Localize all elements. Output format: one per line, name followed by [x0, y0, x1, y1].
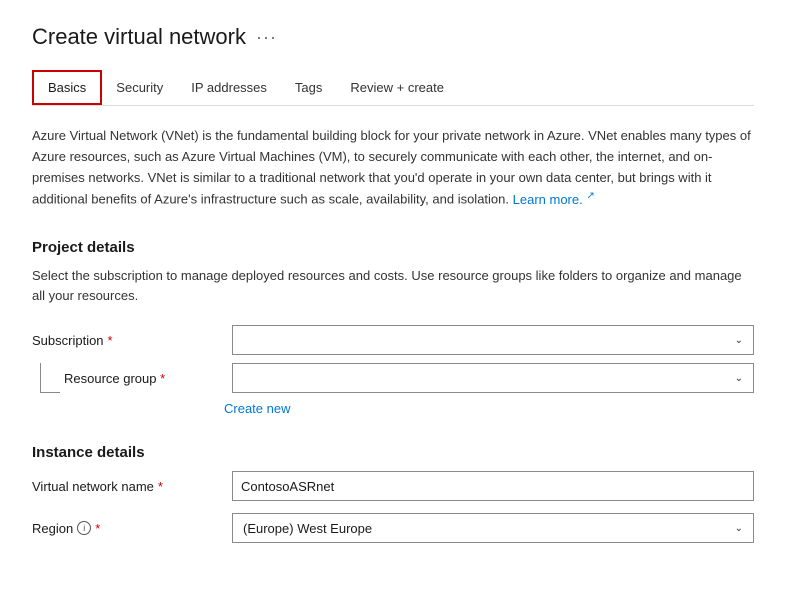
instance-details-title: Instance details: [32, 444, 754, 461]
resource-group-row: Resource group * ⌄: [32, 363, 754, 393]
instance-details-section: Instance details Virtual network name * …: [32, 444, 754, 543]
subscription-required-star: *: [108, 333, 113, 348]
tab-basics[interactable]: Basics: [32, 70, 102, 105]
subscription-row: Subscription * ⌄: [32, 325, 754, 355]
region-control: (Europe) West Europe ⌄: [232, 513, 754, 543]
region-chevron-icon: ⌄: [735, 523, 743, 534]
page-header: Create virtual network ···: [32, 24, 754, 50]
region-info-icon[interactable]: i: [77, 521, 91, 535]
region-value: (Europe) West Europe: [243, 521, 372, 536]
resource-group-dropdown[interactable]: ⌄: [232, 363, 754, 393]
more-options-icon[interactable]: ···: [256, 27, 277, 48]
tab-review-create[interactable]: Review + create: [336, 72, 458, 103]
subscription-label: Subscription *: [32, 333, 232, 348]
project-details-title: Project details: [32, 239, 754, 256]
create-new-row: Create new: [32, 397, 754, 416]
region-row: Region i * (Europe) West Europe ⌄: [32, 513, 754, 543]
resource-group-control: ⌄: [232, 363, 754, 393]
tab-security[interactable]: Security: [102, 72, 177, 103]
project-details-section: Project details Select the subscription …: [32, 239, 754, 417]
rg-connector-lines: [40, 363, 60, 393]
page-title: Create virtual network: [32, 24, 246, 50]
tab-tags[interactable]: Tags: [281, 72, 336, 103]
subscription-chevron-icon: ⌄: [735, 335, 743, 346]
learn-more-link[interactable]: Learn more. ↗: [513, 192, 595, 207]
region-label-area: Region i *: [32, 521, 232, 536]
vnet-name-control: [232, 471, 754, 501]
subscription-control: ⌄: [232, 325, 754, 355]
vnet-name-required-star: *: [158, 479, 163, 494]
resource-group-label-area: Resource group *: [32, 363, 232, 393]
create-new-link[interactable]: Create new: [224, 401, 290, 416]
vnet-description: Azure Virtual Network (VNet) is the fund…: [32, 126, 754, 211]
vnet-name-label: Virtual network name *: [32, 479, 232, 494]
tab-ip-addresses[interactable]: IP addresses: [177, 72, 281, 103]
resource-group-label: Resource group *: [64, 371, 165, 386]
region-dropdown[interactable]: (Europe) West Europe ⌄: [232, 513, 754, 543]
tab-bar: Basics Security IP addresses Tags Review…: [32, 70, 754, 106]
rg-chevron-icon: ⌄: [735, 373, 743, 384]
external-link-icon: ↗: [586, 190, 594, 201]
vnet-name-input[interactable]: [232, 471, 754, 501]
rg-required-star: *: [160, 371, 165, 386]
vnet-name-row: Virtual network name *: [32, 471, 754, 501]
project-details-desc: Select the subscription to manage deploy…: [32, 266, 754, 308]
subscription-dropdown[interactable]: ⌄: [232, 325, 754, 355]
region-required-star: *: [95, 521, 100, 536]
